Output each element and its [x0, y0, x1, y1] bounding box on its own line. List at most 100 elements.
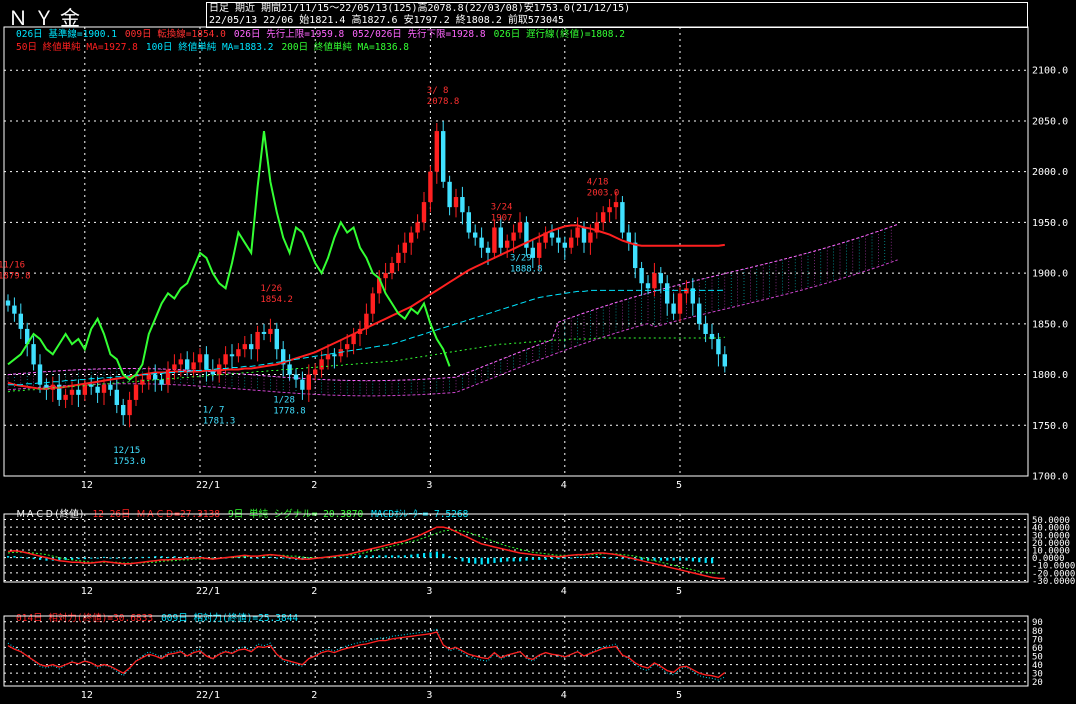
x-tick-label: 22/1 — [196, 586, 220, 597]
candle-body — [460, 197, 465, 213]
macd-histogram-bar — [691, 557, 694, 562]
candle-body — [268, 328, 273, 334]
macd-histogram-bar — [519, 557, 522, 562]
x-tick-label: 12 — [81, 480, 93, 491]
candle-body — [236, 349, 241, 357]
x-tick-label: 5 — [676, 690, 682, 701]
macd-histogram-bar — [410, 554, 413, 558]
candle-body — [575, 227, 580, 238]
annotation-price: 1778.8 — [273, 406, 306, 416]
candle-body — [652, 273, 657, 289]
annotation-price: 2078.8 — [427, 97, 460, 107]
macd-histogram-bar — [467, 557, 470, 563]
candle-body — [537, 242, 542, 258]
macd-histogram-bar — [359, 555, 362, 558]
x-tick-label: 4 — [561, 586, 567, 597]
macd-histogram-bar — [544, 557, 547, 560]
candle-body — [505, 240, 510, 248]
annotation-date: 1/26 — [260, 284, 282, 294]
candle-body — [114, 389, 119, 405]
y-tick-label: 1700.0 — [1032, 472, 1068, 483]
macd-histogram-bar — [256, 557, 259, 559]
candle-body — [645, 283, 651, 289]
macd-histogram-bar — [13, 556, 16, 558]
candle-body — [434, 131, 439, 172]
macd-histogram-bar — [141, 556, 144, 558]
macd-histogram-bar — [679, 557, 682, 561]
candle-body — [722, 354, 727, 367]
x-tick-label: 2 — [311, 586, 317, 597]
candle-body — [633, 242, 638, 269]
macd-histogram-bar — [339, 556, 342, 558]
macd-histogram-bar — [563, 557, 566, 559]
annotation-price: 1753.0 — [113, 457, 146, 467]
y-tick-label: 1950.0 — [1032, 218, 1068, 229]
candle-body — [441, 131, 446, 182]
candle-body — [37, 364, 43, 385]
x-tick-label: 2 — [311, 690, 317, 701]
macd-histogram-bar — [659, 557, 662, 561]
macd-histogram-bar — [397, 555, 400, 558]
candle-body — [601, 212, 606, 223]
annotation-price: 1854.2 — [260, 295, 293, 305]
candle-body — [607, 207, 612, 213]
macd-histogram-bar — [263, 556, 266, 558]
candle-body — [18, 313, 23, 329]
senkou-span-a-line — [7, 223, 898, 382]
macd-histogram-bar — [602, 556, 605, 558]
series-line — [7, 130, 451, 381]
macd-histogram-bar — [672, 557, 675, 561]
annotation-price: 1907 — [491, 214, 513, 224]
macd-histogram-bar — [480, 557, 483, 565]
macd-histogram-bar — [365, 555, 368, 558]
macd-histogram-bar — [557, 557, 560, 560]
candle-body — [665, 283, 670, 304]
macd-histogram-bar — [704, 557, 707, 563]
panel-border — [3, 26, 1029, 477]
macd-histogram-bar — [551, 557, 554, 560]
macd-histogram-bar — [115, 557, 118, 559]
candle-body — [63, 394, 68, 400]
candle-body — [133, 384, 139, 400]
macd-histogram-bar — [570, 557, 573, 559]
macd-histogram-bar — [26, 557, 29, 559]
candle-body — [492, 227, 497, 253]
macd-histogram-bar — [384, 555, 387, 558]
macd-histogram-bar — [154, 556, 157, 558]
candle-body — [498, 227, 503, 248]
macd-histogram-bar — [455, 557, 458, 560]
macd-histogram-bar — [83, 557, 86, 560]
candle-body — [389, 262, 395, 274]
candle-body — [255, 331, 260, 350]
candle-body — [108, 384, 113, 390]
macd-histogram-bar — [615, 557, 618, 559]
macd-histogram-bar — [122, 557, 125, 559]
macd-histogram-bar — [685, 557, 688, 561]
candle-body — [178, 359, 183, 365]
macd-histogram-bar — [423, 553, 426, 558]
macd-histogram-bar — [429, 552, 432, 558]
macd-histogram-bar — [589, 556, 592, 558]
candle-body — [383, 273, 388, 279]
macd-histogram-bar — [442, 553, 445, 558]
macd-histogram-bar — [275, 557, 278, 559]
macd-histogram-bar — [711, 557, 714, 564]
annotation-date: 3/29 — [510, 253, 532, 263]
candle-body — [191, 362, 196, 370]
macd-histogram-bar — [77, 557, 80, 560]
macd-histogram-bar — [595, 556, 598, 558]
candle-body — [185, 359, 190, 370]
x-tick-label: 3 — [426, 586, 432, 597]
candle-body — [569, 237, 574, 248]
annotation-date: 12/15 — [113, 446, 140, 456]
macd-histogram-bar — [282, 557, 285, 559]
candle-body — [127, 399, 132, 416]
macd-histogram-bar — [538, 557, 541, 560]
candle-body — [639, 268, 644, 284]
y-tick-label: 1900.0 — [1032, 269, 1068, 280]
candle-body — [415, 222, 420, 233]
candle-body — [197, 354, 203, 363]
candle-body — [223, 354, 228, 365]
annotation-price: 1888.8 — [510, 264, 543, 274]
candle-body — [153, 374, 158, 380]
